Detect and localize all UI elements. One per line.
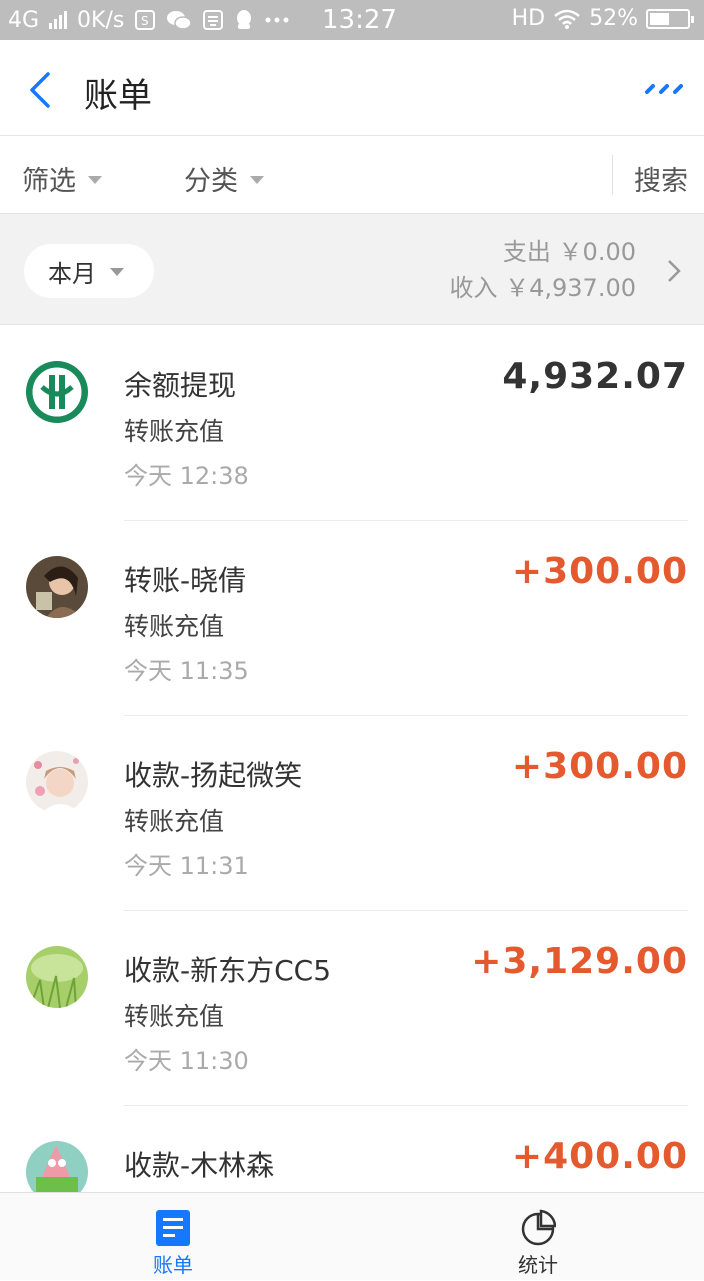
transaction-row[interactable]: 收款-新东方CC5 转账充值 今天 11:30 +3,129.00 [0,911,704,1106]
network-type: 4G [8,7,40,33]
filter-bar: 筛选 分类 搜索 [0,137,704,214]
caret-down-icon [88,175,102,184]
category-label: 分类 [184,166,238,197]
pie-chart-icon [521,1209,556,1246]
expense-total: 支出 ￥0.00 [502,238,636,266]
chevron-right-icon [668,260,681,282]
transaction-time: 今天 11:30 [124,1047,249,1075]
user-photo-avatar [26,751,88,813]
bill-list-icon [156,1210,190,1246]
transaction-category: 转账充值 [124,1002,225,1031]
divider [612,155,613,195]
battery-level [650,12,669,25]
wifi-icon [554,9,580,29]
month-summary[interactable]: 本月 支出 ￥0.00 收入 ￥4,937.00 [0,214,704,325]
summary-totals: 支出 ￥0.00 收入 ￥4,937.00 [449,234,636,306]
transaction-amount: +300.00 [511,551,688,592]
search-button[interactable]: 搜索 [634,159,688,198]
caret-down-icon [110,268,124,276]
more-notifications-icon [265,17,289,23]
more-icon[interactable] [644,84,688,94]
transaction-amount: +400.00 [511,1136,688,1177]
transaction-time: 今天 11:35 [124,657,249,685]
wechat-icon [167,11,193,30]
hd-indicator: HD [511,6,546,31]
bottom-tab-bar: 账单 统计 [0,1192,704,1280]
transaction-title: 收款-木林森 [124,1149,275,1182]
status-time: 13:27 [322,5,397,35]
tab-label: 账单 [153,1253,193,1277]
transaction-row[interactable]: 收款-木林森 +400.00 [0,1106,704,1192]
filter-dropdown[interactable]: 筛选 [22,159,102,198]
status-right: HD 52% [511,6,694,31]
notification-app-icon: S [135,10,156,30]
page-title: 账单 [84,76,152,116]
battery-percent: 52% [589,6,638,31]
back-icon[interactable] [26,70,56,110]
transaction-title: 转账-晓倩 [124,564,247,597]
category-dropdown[interactable]: 分类 [184,159,264,198]
transaction-amount: +3,129.00 [471,941,688,982]
transaction-title: 收款-新东方CC5 [124,954,332,987]
tab-statistics[interactable]: 统计 [478,1193,598,1281]
transaction-time: 今天 12:38 [124,462,249,490]
battery-icon [646,8,694,29]
cartoon-avatar [26,1141,88,1192]
transaction-amount: +300.00 [511,746,688,787]
income-total: 收入 ￥4,937.00 [449,274,636,302]
status-left: 4G 0K/s S [8,8,290,33]
tab-bill[interactable]: 账单 [113,1193,233,1281]
month-selector[interactable]: 本月 [24,244,154,298]
status-bar: 4G 0K/s S 13:27 HD 52% [0,0,704,40]
tab-label: 统计 [518,1253,558,1277]
month-label: 本月 [48,259,96,288]
transaction-category: 转账充值 [124,612,225,641]
transaction-category: 转账充值 [124,807,225,836]
transaction-list: 余额提现 转账充值 今天 12:38 4,932.07 转账-晓倩 转账充值 今… [0,326,704,1192]
transaction-time: 今天 11:31 [124,852,249,880]
transaction-row[interactable]: 转账-晓倩 转账充值 今天 11:35 +300.00 [0,521,704,716]
qq-icon [237,10,252,29]
transaction-category: 转账充值 [124,417,225,446]
notification-app-icon-2 [203,10,224,30]
filter-label: 筛选 [22,166,76,197]
grass-photo-avatar [26,946,88,1008]
transaction-row[interactable]: 收款-扬起微笑 转账充值 今天 11:31 +300.00 [0,716,704,911]
user-photo-avatar [26,556,88,618]
transaction-row[interactable]: 余额提现 转账充值 今天 12:38 4,932.07 [0,326,704,521]
transaction-amount: 4,932.07 [502,356,688,397]
nav-header: 账单 [0,40,704,136]
network-speed: 0K/s [77,7,125,33]
signal-icon [49,11,68,29]
transaction-title: 收款-扬起微笑 [124,759,303,792]
transaction-title: 余额提现 [124,369,237,402]
caret-down-icon [250,175,264,184]
abc-bank-logo [26,361,88,423]
svg-text:S: S [141,14,149,28]
